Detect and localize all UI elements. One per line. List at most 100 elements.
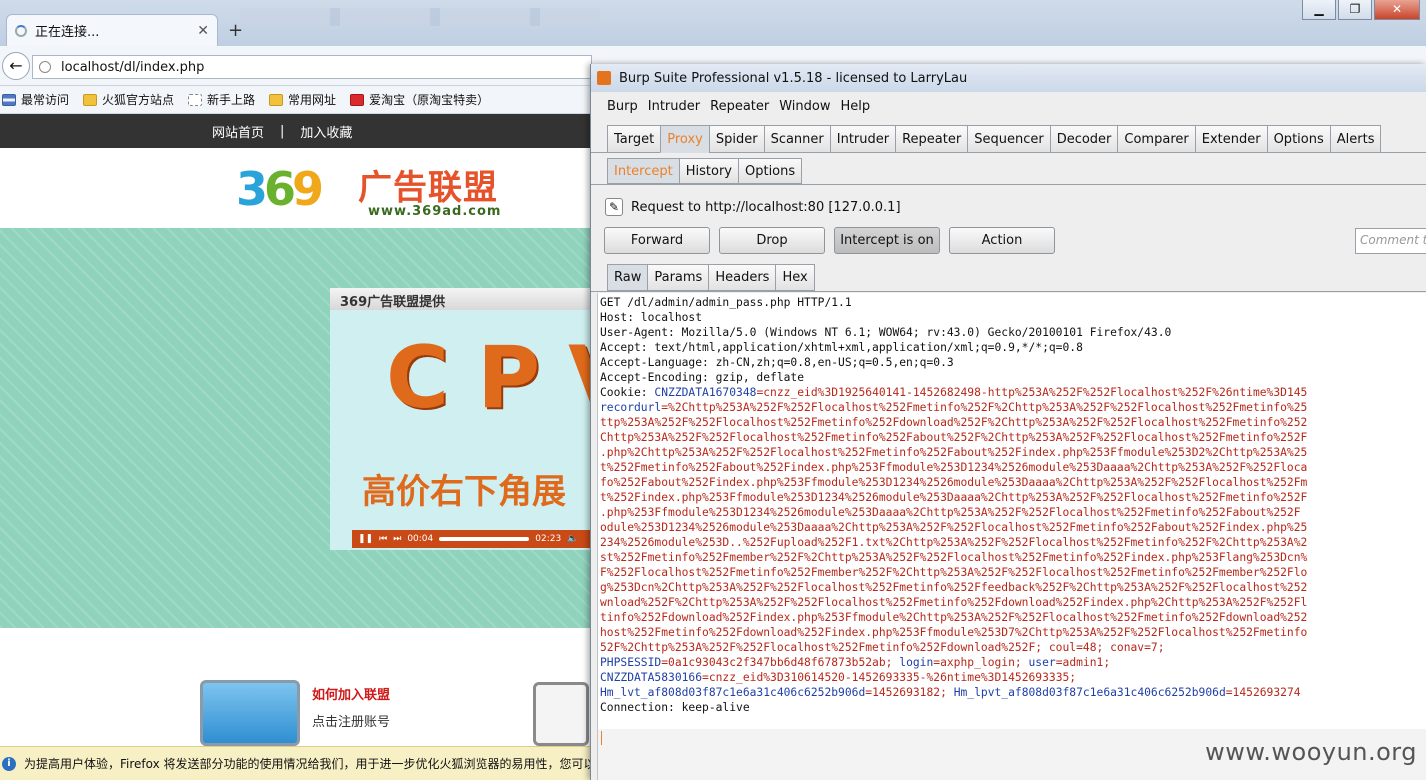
message-view-tabs: Raw Params Headers Hex bbox=[607, 264, 815, 291]
cookie-line: fo%252Fabout%252Findex.php%253Ffmodule%2… bbox=[600, 476, 1308, 489]
bookmark-item[interactable]: 新手上路 bbox=[188, 91, 261, 108]
nav-home-link[interactable]: 网站首页 bbox=[212, 122, 264, 141]
badge-icon bbox=[533, 682, 589, 746]
subtab-intercept[interactable]: Intercept bbox=[607, 158, 679, 184]
tab-sequencer[interactable]: Sequencer bbox=[967, 125, 1050, 153]
menu-help[interactable]: Help bbox=[841, 99, 871, 114]
cookie-line: wnload%252F%2Chttp%253A%252F%252Flocalho… bbox=[600, 596, 1308, 609]
bookmark-item[interactable]: 最常访问 bbox=[2, 91, 75, 108]
cookie-line: g%253Dcn%2Chttp%253A%252F%252Flocalhost%… bbox=[600, 581, 1308, 594]
notification-bar: i 为提高用户体验，Firefox 将发送部分功能的使用情况给我们，用于进一步优… bbox=[0, 746, 600, 780]
menu-window[interactable]: Window bbox=[779, 99, 830, 114]
window-controls: ▁ ❐ ✕ bbox=[1302, 0, 1420, 20]
tab-proxy[interactable]: Proxy bbox=[660, 125, 709, 153]
time-total: 02:23 bbox=[535, 534, 562, 544]
minimize-button[interactable]: ▁ bbox=[1302, 0, 1336, 20]
cookie-line: Cookie: CNZZDATA1670348=cnzz_eid%3D19256… bbox=[600, 386, 1308, 399]
request-line: Accept: text/html,application/xhtml+xml,… bbox=[600, 341, 1083, 354]
tab-intruder[interactable]: Intruder bbox=[829, 125, 896, 153]
time-current: 00:04 bbox=[407, 534, 434, 544]
divider bbox=[591, 291, 1426, 292]
view-headers[interactable]: Headers bbox=[708, 264, 776, 291]
request-line: GET /dl/admin/admin_pass.php HTTP/1.1 bbox=[600, 296, 852, 309]
page-icon bbox=[188, 93, 203, 106]
menu-repeater[interactable]: Repeater bbox=[710, 99, 769, 114]
action-button[interactable]: Action bbox=[949, 227, 1055, 254]
view-raw[interactable]: Raw bbox=[607, 264, 648, 291]
close-window-button[interactable]: ✕ bbox=[1374, 0, 1420, 20]
maximize-button[interactable]: ❐ bbox=[1338, 0, 1372, 20]
seek-bar[interactable] bbox=[439, 537, 530, 541]
info-icon: i bbox=[2, 756, 16, 771]
taobao-icon bbox=[350, 93, 365, 106]
cookie-line: CNZZDATA5830166=cnzz_eid%3D310614520-145… bbox=[600, 671, 1077, 684]
tab-spider[interactable]: Spider bbox=[708, 125, 764, 153]
request-line: Host: localhost bbox=[600, 311, 703, 324]
browser-tab[interactable]: 正在连接... ✕ bbox=[6, 14, 218, 46]
bookmark-item[interactable]: 爱淘宝（原淘宝特卖） bbox=[350, 91, 495, 108]
tab-target[interactable]: Target bbox=[607, 125, 661, 153]
close-tab-icon[interactable]: ✕ bbox=[197, 23, 209, 39]
cookie-line: ttp%253A%252F%252Flocalhost%252Fmetinfo%… bbox=[600, 416, 1308, 429]
prev-icon[interactable]: ⏮ bbox=[379, 534, 387, 544]
logo-text: 广告联盟 bbox=[358, 168, 498, 208]
tab-scanner[interactable]: Scanner bbox=[763, 125, 830, 153]
view-params[interactable]: Params bbox=[647, 264, 709, 291]
loading-icon bbox=[15, 24, 27, 37]
tab-extender[interactable]: Extender bbox=[1194, 125, 1267, 153]
comment-input[interactable]: Comment th bbox=[1355, 228, 1426, 254]
cookie-line: t%252Findex.php%253Ffmodule%253D1234%252… bbox=[600, 491, 1308, 504]
url-bar[interactable]: localhost/dl/index.php bbox=[32, 55, 592, 79]
subtab-history[interactable]: History bbox=[678, 158, 738, 184]
cookie-line: PHPSESSID=0a1c93043c2f347bb6d48f67873b52… bbox=[600, 656, 1111, 669]
new-tab-button[interactable]: + bbox=[228, 20, 243, 41]
video-controls[interactable]: ❚❚ ⏮ ⏭ 00:04 02:23 🔈 bbox=[352, 530, 592, 548]
nav-favorite-link[interactable]: 加入收藏 bbox=[300, 122, 352, 141]
tab-decoder[interactable]: Decoder bbox=[1049, 125, 1118, 153]
watermark: www.wooyun.org bbox=[1205, 738, 1417, 766]
url-text: localhost/dl/index.php bbox=[61, 59, 205, 75]
volume-icon[interactable]: 🔈 bbox=[567, 534, 578, 544]
request-line: Accept-Encoding: gzip, deflate bbox=[600, 371, 805, 384]
menu-burp[interactable]: Burp bbox=[607, 99, 638, 114]
burp-title-text: Burp Suite Professional v1.5.18 - licens… bbox=[619, 70, 968, 86]
request-info: ✎ Request to http://localhost:80 [127.0.… bbox=[605, 198, 901, 216]
cookie-line: host%252Fmetinfo%252Fdownload%252Findex.… bbox=[600, 626, 1308, 639]
folder-icon bbox=[269, 93, 284, 106]
pause-icon[interactable]: ❚❚ bbox=[358, 534, 373, 544]
tab-repeater[interactable]: Repeater bbox=[895, 125, 968, 153]
join-title[interactable]: 如何加入联盟 bbox=[312, 684, 390, 703]
monitor-icon bbox=[200, 680, 300, 746]
site-logo[interactable]: 369 广告联盟 www.369ad.com bbox=[198, 148, 518, 228]
next-icon[interactable]: ⏭ bbox=[393, 534, 401, 544]
tab-title: 正在连接... bbox=[35, 25, 100, 40]
request-line: User-Agent: Mozilla/5.0 (Windows NT 6.1;… bbox=[600, 326, 1172, 339]
bookmark-label: 常用网址 bbox=[288, 93, 337, 107]
request-line: Connection: keep-alive bbox=[600, 701, 750, 714]
burp-menubar: Burp Intruder Repeater Window Help bbox=[591, 94, 1426, 118]
bookmark-item[interactable]: 火狐官方站点 bbox=[83, 91, 180, 108]
cookie-line: 52F%2Chttp%253A%252F%252Flocalhost%252Fm… bbox=[600, 641, 1165, 654]
bookmark-item[interactable]: 常用网址 bbox=[269, 91, 342, 108]
logo-url: www.369ad.com bbox=[368, 204, 502, 219]
tab-alerts[interactable]: Alerts bbox=[1329, 125, 1382, 153]
ad-video-box[interactable]: 369广告联盟提供 CPV 高价右下角展 ❚❚ ⏮ ⏭ 00:04 02:23 … bbox=[330, 288, 635, 550]
subtab-options[interactable]: Options bbox=[737, 158, 803, 184]
burp-window: Burp Suite Professional v1.5.18 - licens… bbox=[590, 64, 1426, 780]
text-caret bbox=[601, 731, 602, 745]
cookie-line: 234%2526module%253D..%252Fupload%252F1.t… bbox=[600, 536, 1308, 549]
cookie-line: .php%253Ffmodule%253D1234%2526module%253… bbox=[600, 506, 1301, 519]
menu-intruder[interactable]: Intruder bbox=[648, 99, 700, 114]
tab-options[interactable]: Options bbox=[1266, 125, 1330, 153]
cookie-line: odule%253D1234%2526module%253Daaaa%2Chtt… bbox=[600, 521, 1308, 534]
request-editor[interactable]: GET /dl/admin/admin_pass.php HTTP/1.1 Hos… bbox=[597, 293, 1426, 780]
view-hex[interactable]: Hex bbox=[775, 264, 815, 291]
back-button[interactable]: ← bbox=[2, 52, 30, 80]
drop-button[interactable]: Drop bbox=[719, 227, 825, 254]
tab-comparer[interactable]: Comparer bbox=[1117, 125, 1195, 153]
burp-main-tabs: Target Proxy Spider Scanner Intruder Rep… bbox=[607, 125, 1382, 153]
burp-logo-icon bbox=[597, 71, 611, 85]
cookie-line: recordurl=%2Chttp%253A%252F%252Flocalhos… bbox=[600, 401, 1308, 414]
forward-button[interactable]: Forward bbox=[604, 227, 710, 254]
intercept-toggle-button[interactable]: Intercept is on bbox=[834, 227, 940, 254]
